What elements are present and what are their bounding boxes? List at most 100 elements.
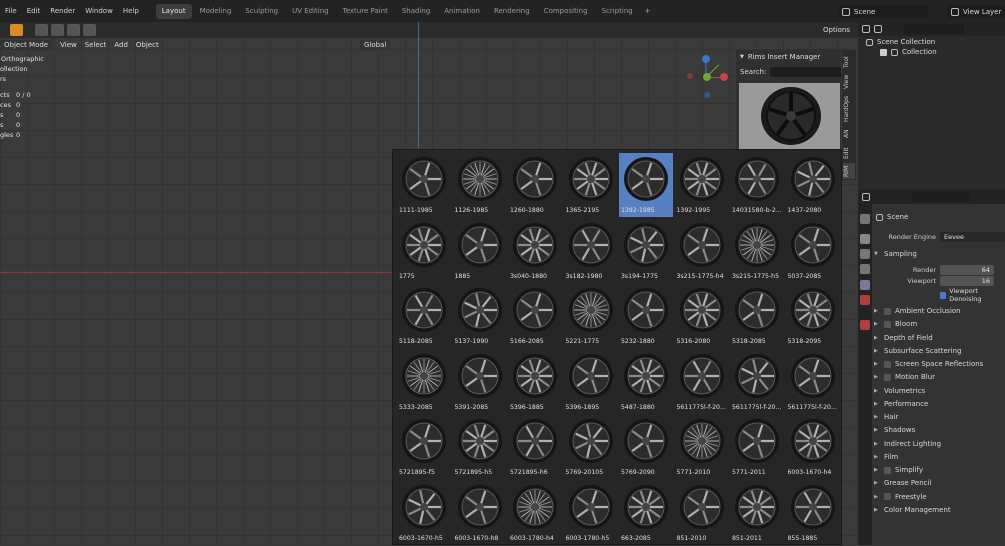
rims-search-input[interactable]: [770, 67, 841, 77]
rim-gallery-item[interactable]: 1775: [397, 219, 451, 284]
add-workspace-button[interactable]: +: [641, 7, 655, 15]
gizmo-neg-x-icon[interactable]: [687, 73, 693, 79]
rim-gallery-item[interactable]: 5318-2095: [786, 284, 840, 349]
rim-gallery-item[interactable]: 5318-2085: [730, 284, 784, 349]
rim-gallery-item[interactable]: 5232-1880: [619, 284, 673, 349]
world-tab-icon[interactable]: [860, 295, 870, 305]
rim-gallery-item[interactable]: 663-2085: [619, 481, 673, 546]
rim-gallery-item[interactable]: 1392-1985: [619, 153, 673, 218]
select-box-icon[interactable]: [35, 24, 48, 36]
render-engine-dropdown[interactable]: Eevee: [940, 232, 1005, 242]
tab-modeling[interactable]: Modeling: [194, 4, 238, 19]
rim-gallery-item[interactable]: 1437-2080: [786, 153, 840, 218]
rim-gallery-item[interactable]: 1392-1995: [675, 153, 729, 218]
tab-layout[interactable]: Layout: [155, 3, 192, 19]
tab-texture-paint[interactable]: Texture Paint: [337, 4, 394, 19]
gizmo-x-icon[interactable]: [720, 73, 728, 81]
rim-gallery-item[interactable]: 5037-2085: [786, 219, 840, 284]
sidebar-tab-edit[interactable]: Edit: [843, 145, 855, 161]
panel-enable-checkbox[interactable]: [884, 373, 891, 381]
rim-gallery-item[interactable]: 3s194-1775: [619, 219, 673, 284]
render-samples-field[interactable]: 64: [940, 265, 994, 275]
scene-selector[interactable]: Scene: [838, 5, 928, 18]
rim-gallery-item[interactable]: 6003-1670-h8: [453, 481, 507, 546]
rim-gallery-item[interactable]: 5769-20105: [564, 415, 618, 480]
outliner-search-input[interactable]: [904, 24, 964, 34]
select-subtract-icon[interactable]: [67, 24, 80, 36]
panel-enable-checkbox[interactable]: [884, 493, 891, 500]
options-button[interactable]: Options: [818, 24, 856, 36]
rim-gallery-item[interactable]: 5721895-h5: [453, 415, 507, 480]
output-tab-icon[interactable]: [860, 249, 870, 259]
panel-shadows[interactable]: ▶ Shadows: [874, 424, 1005, 436]
viewport-menu-select[interactable]: Select: [81, 41, 111, 49]
viewport-menu-object[interactable]: Object: [132, 41, 163, 49]
rim-gallery-item[interactable]: 6003-1670-h4: [786, 415, 840, 480]
panel-subsurface-scattering[interactable]: ▶ Subsurface Scattering: [874, 345, 1005, 357]
rim-gallery-item[interactable]: 5118-2085: [397, 284, 451, 349]
rim-gallery-item[interactable]: 6003-1780-h4: [508, 481, 562, 546]
rim-gallery-item[interactable]: 3s215-1775-h5: [730, 219, 784, 284]
panel-simplify[interactable]: ▶ Simplify: [874, 464, 1005, 476]
rim-gallery-item[interactable]: 1111-1985: [397, 153, 451, 218]
rim-gallery-item[interactable]: 5721895-h6: [508, 415, 562, 480]
properties-search-input[interactable]: [912, 192, 970, 202]
rim-gallery-item[interactable]: 5391-2085: [453, 350, 507, 415]
panel-hair[interactable]: ▶ Hair: [874, 411, 1005, 423]
viewport-denoising-row[interactable]: Viewport Denoising: [940, 287, 1005, 303]
rim-gallery-item[interactable]: 5166-2085: [508, 284, 562, 349]
properties-editor-type-icon[interactable]: [862, 193, 870, 201]
menu-file[interactable]: File: [0, 0, 22, 22]
tab-scripting[interactable]: Scripting: [596, 4, 639, 19]
panel-indirect-lighting[interactable]: ▶ Indirect Lighting: [874, 438, 1005, 450]
panel-enable-checkbox[interactable]: [884, 320, 891, 328]
rim-gallery-item[interactable]: 851-2010: [675, 481, 729, 546]
rim-gallery-item[interactable]: 3s182-1980: [564, 219, 618, 284]
editor-type-icon[interactable]: [862, 25, 870, 33]
rim-gallery-item[interactable]: 5487-1880: [619, 350, 673, 415]
sidebar-tab-view[interactable]: View: [843, 72, 855, 92]
texture-tab-icon[interactable]: [860, 320, 870, 330]
tab-sculpting[interactable]: Sculpting: [239, 4, 284, 19]
panel-enable-checkbox[interactable]: [884, 466, 891, 474]
collection-visibility-checkbox[interactable]: [880, 48, 887, 56]
outliner-collection[interactable]: Collection: [880, 47, 937, 57]
rim-gallery-item[interactable]: 3s040-1880: [508, 219, 562, 284]
panel-freestyle[interactable]: ▶ Freestyle: [874, 491, 1005, 503]
sidebar-tab-rim[interactable]: RIM: [843, 163, 855, 179]
gizmo-z-icon[interactable]: [702, 55, 710, 63]
rim-gallery-item[interactable]: 1260-1880: [508, 153, 562, 218]
rim-gallery-item[interactable]: 5721895-f5: [397, 415, 451, 480]
panel-enable-checkbox[interactable]: [884, 360, 891, 368]
rim-gallery-item[interactable]: 5611775l-f-20...: [730, 350, 784, 415]
panel-film[interactable]: ▶ Film: [874, 451, 1005, 463]
tool-tab-icon[interactable]: [860, 214, 870, 224]
viewport-menu-add[interactable]: Add: [110, 41, 132, 49]
viewport-menu-view[interactable]: View: [56, 41, 81, 49]
scene-tab-icon[interactable]: [860, 280, 870, 290]
view-layer-selector[interactable]: View Layer: [947, 5, 1005, 18]
panel-ambient-occlusion[interactable]: ▶ Ambient Occlusion: [874, 305, 1005, 317]
rim-gallery-item[interactable]: 6003-1780-h5: [564, 481, 618, 546]
panel-grease-pencil[interactable]: ▶ Grease Pencil: [874, 477, 1005, 489]
rim-gallery-item[interactable]: 5769-2090: [619, 415, 673, 480]
rim-gallery-item[interactable]: 5396-1885: [508, 350, 562, 415]
view-layer-tab-icon[interactable]: [860, 264, 870, 274]
panel-enable-checkbox[interactable]: [884, 307, 891, 315]
rim-gallery-item[interactable]: 5771-2011: [730, 415, 784, 480]
rim-gallery-item[interactable]: 5333-2085: [397, 350, 451, 415]
panel-depth-of-field[interactable]: ▶ Depth of Field: [874, 332, 1005, 344]
gizmo-neg-z-icon[interactable]: [704, 92, 710, 98]
transform-orientation-dropdown[interactable]: Global: [360, 40, 391, 50]
sidebar-tab-tool[interactable]: Tool: [843, 54, 855, 70]
rim-gallery-item[interactable]: 5771-2010: [675, 415, 729, 480]
gizmo-y-icon[interactable]: [703, 73, 711, 81]
rim-gallery-item[interactable]: 851-2011: [730, 481, 784, 546]
navigation-gizmo[interactable]: [680, 52, 730, 102]
tab-animation[interactable]: Animation: [438, 4, 486, 19]
select-extend-icon[interactable]: [51, 24, 64, 36]
mode-dropdown[interactable]: Object Mode: [0, 40, 53, 50]
menu-help[interactable]: Help: [118, 0, 144, 22]
tab-rendering[interactable]: Rendering: [488, 4, 536, 19]
viewport-samples-field[interactable]: 16: [940, 276, 994, 286]
